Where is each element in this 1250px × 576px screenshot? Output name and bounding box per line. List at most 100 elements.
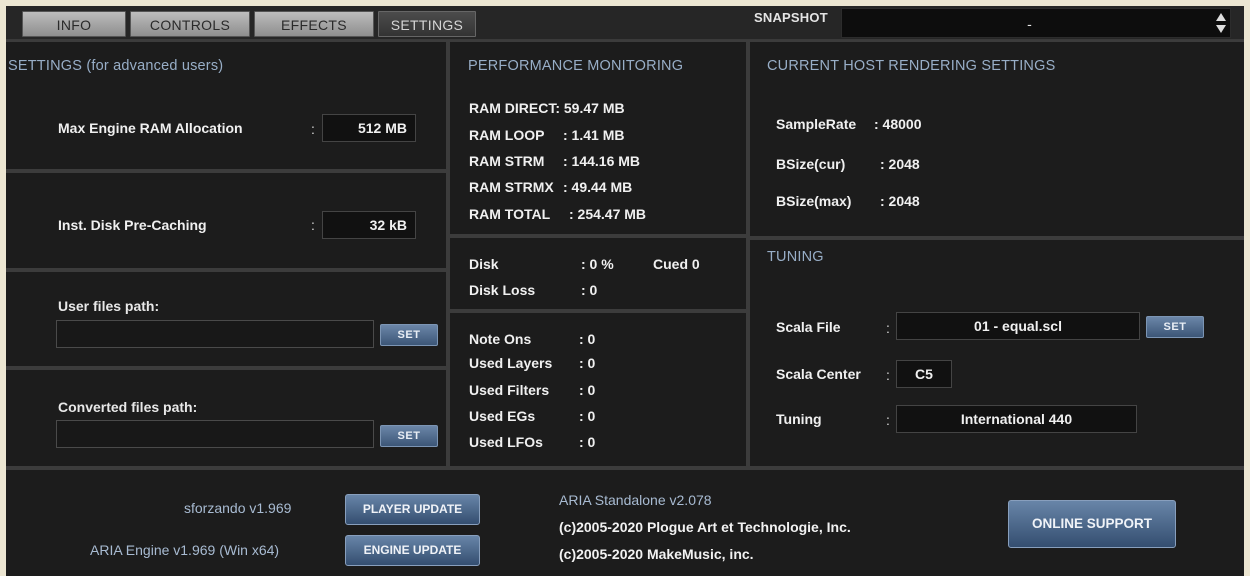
used-lfos-row: Used LFOs : 0 (469, 434, 595, 450)
tuning-field[interactable]: International 440 (896, 405, 1137, 433)
disk-loss-value: : 0 (581, 282, 598, 298)
divider (450, 234, 746, 238)
sample-rate-label: SampleRate (776, 116, 857, 132)
bsize-max-row: BSize(max) : 2048 (776, 193, 920, 209)
ram-total-value: : 254.47 MB (569, 206, 647, 222)
converted-files-path-input[interactable] (56, 420, 374, 448)
tab-info[interactable]: INFO (22, 11, 126, 37)
player-version-text: sforzando v1.969 (184, 500, 292, 516)
sample-rate-value: : 48000 (874, 116, 922, 132)
user-files-path-input[interactable] (56, 320, 374, 348)
divider (750, 236, 1244, 240)
voice-stats: Note Ons : 0 Used Layers : 0 Used Filters:… (469, 331, 739, 461)
divider (6, 268, 446, 272)
used-egs-row: Used EGs : 0 (469, 408, 595, 424)
disk-stats: Disk: 0 % Cued 0 Disk Loss: 0 (469, 256, 739, 306)
used-egs-value: : 0 (579, 408, 596, 424)
snapshot-value: - (1027, 16, 1032, 32)
ram-strm-row: RAM STRM : 144.16 MB (469, 153, 640, 169)
colon: : (311, 217, 315, 233)
converted-files-path-label: Converted files path: (58, 399, 198, 415)
bsize-max-label: BSize(max) (776, 193, 852, 209)
cued-label: Cued (653, 256, 688, 272)
snapshot-spinner-icon[interactable] (1216, 13, 1226, 35)
host-settings: SampleRate : 48000 BSize(cur) : 2048 BSize… (776, 116, 1076, 216)
note-ons-value: : 0 (579, 331, 596, 347)
colon: : (311, 121, 315, 137)
snapshot-select[interactable]: - (841, 8, 1231, 38)
ram-strm-value: : 144.16 MB (563, 153, 641, 169)
scala-file-field[interactable]: 01 - equal.scl (896, 312, 1140, 340)
colon: : (886, 412, 890, 428)
tab-effects[interactable]: EFFECTS (254, 11, 374, 37)
colon: : (886, 320, 890, 336)
scala-center-label: Scala Center (776, 366, 861, 382)
ram-strmx-value: : 49.44 MB (563, 179, 633, 195)
ram-direct-label: RAM DIRECT (469, 100, 556, 116)
user-files-path-label: User files path: (58, 298, 160, 314)
host-settings-title: CURRENT HOST RENDERING SETTINGS (767, 58, 1056, 74)
ram-loop-label: RAM LOOP (469, 127, 545, 143)
note-ons-row: Note Ons : 0 (469, 331, 595, 347)
sample-rate-row: SampleRate : 48000 (776, 116, 921, 132)
disk-row: Disk: 0 % Cued 0 (469, 256, 700, 272)
note-ons-label: Note Ons (469, 331, 532, 347)
used-layers-label: Used Layers (469, 355, 553, 371)
divider (450, 309, 746, 313)
player-update-button[interactable]: PLAYER UPDATE (345, 494, 480, 525)
used-filters-row: Used Filters : 0 (469, 382, 595, 398)
divider (6, 466, 1244, 470)
engine-version-text: ARIA Engine v1.969 (Win x64) (90, 542, 280, 558)
disk-precache-field[interactable]: 32 kB (322, 211, 416, 239)
ram-strmx-row: RAM STRMX : 49.44 MB (469, 179, 632, 195)
tab-controls[interactable]: CONTROLS (130, 11, 250, 37)
ram-total-label: RAM TOTAL (469, 206, 551, 222)
max-ram-field[interactable]: 512 MB (322, 114, 416, 142)
disk-label: Disk (469, 256, 499, 272)
tab-settings[interactable]: SETTINGS (378, 11, 476, 37)
user-files-set-button[interactable]: SET (380, 324, 438, 346)
bsize-cur-label: BSize(cur) (776, 156, 846, 172)
divider (746, 42, 750, 466)
used-filters-value: : 0 (579, 382, 596, 398)
max-ram-label: Max Engine RAM Allocation (58, 120, 243, 136)
performance-title: PERFORMANCE MONITORING (468, 58, 684, 74)
scala-file-set-button[interactable]: SET (1146, 316, 1204, 338)
engine-update-button[interactable]: ENGINE UPDATE (345, 535, 480, 566)
divider (6, 40, 1244, 42)
standalone-version-text: ARIA Standalone v2.078 (559, 492, 712, 508)
disk-precache-label: Inst. Disk Pre-Caching (58, 217, 207, 233)
converted-files-set-button[interactable]: SET (380, 425, 438, 447)
used-lfos-label: Used LFOs (469, 434, 543, 450)
tuning-label: Tuning (776, 411, 822, 427)
disk-loss-row: Disk Loss: 0 (469, 282, 597, 298)
ram-direct-row: RAM DIRECT: 59.47 MB (469, 100, 625, 116)
used-layers-value: : 0 (579, 355, 596, 371)
bsize-cur-value: : 2048 (880, 156, 920, 172)
divider (6, 366, 446, 370)
app-window: INFO CONTROLS EFFECTS SETTINGS SNAPSHOT … (6, 6, 1244, 576)
online-support-button[interactable]: ONLINE SUPPORT (1008, 500, 1176, 548)
cued-value: 0 (691, 256, 700, 272)
ram-strm-label: RAM STRM (469, 153, 545, 169)
settings-title: SETTINGS (for advanced users) (8, 58, 224, 74)
used-filters-label: Used Filters (469, 382, 550, 398)
colon: : (886, 367, 890, 383)
scala-center-field[interactable]: C5 (896, 360, 952, 388)
ram-loop-value: : 1.41 MB (563, 127, 625, 143)
used-egs-label: Used EGs (469, 408, 536, 424)
bsize-cur-row: BSize(cur) : 2048 (776, 156, 920, 172)
copyright-makemusic: (c)2005-2020 MakeMusic, inc. (559, 546, 754, 562)
snapshot-label: SNAPSHOT (754, 10, 828, 25)
tab-bar: INFO CONTROLS EFFECTS SETTINGS SNAPSHOT … (6, 6, 1244, 40)
ram-loop-row: RAM LOOP : 1.41 MB (469, 127, 624, 143)
bsize-max-value: : 2048 (880, 193, 920, 209)
divider (446, 42, 450, 466)
ram-strmx-label: RAM STRMX (469, 179, 554, 195)
ram-stats: RAM DIRECT: 59.47 MB RAM LOOP : 1.41 MB R… (469, 100, 739, 230)
arrow-up-icon[interactable] (1216, 13, 1226, 21)
arrow-down-icon[interactable] (1216, 25, 1226, 33)
copyright-plogue: (c)2005-2020 Plogue Art et Technologie, … (559, 519, 851, 535)
scala-file-label: Scala File (776, 319, 841, 335)
used-lfos-value: : 0 (579, 434, 596, 450)
